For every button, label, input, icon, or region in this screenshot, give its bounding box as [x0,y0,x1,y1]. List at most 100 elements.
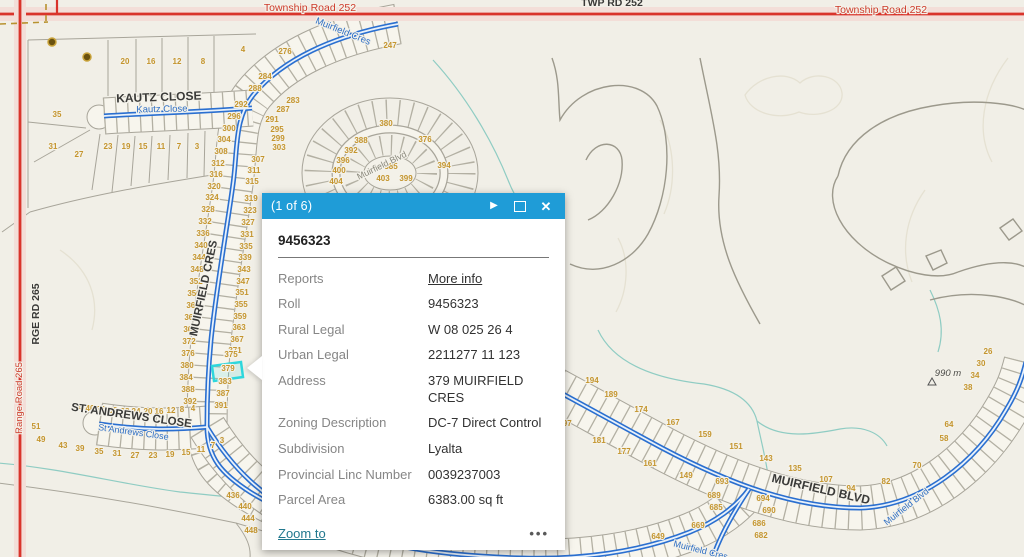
parcel-number: 682 [754,531,768,540]
parcel-number: 388 [181,385,195,394]
close-icon: ✕ [541,200,552,213]
parcel-number: 4 [241,45,246,54]
parcel-number: 319 [244,194,258,203]
parcel-number: 19 [122,142,131,151]
field-value: 9456323 [428,296,549,313]
parcel-number: 332 [198,217,212,226]
parcel-number: 288 [248,84,262,93]
parcel-number: 363 [232,323,246,332]
parcel-number: 43 [59,441,68,450]
parcel-number: 151 [729,442,743,451]
popup-row: ReportsMore info [278,266,549,292]
dock-button[interactable] [510,196,530,216]
parcel-number: 312 [211,159,225,168]
parcel-number: 174 [634,405,648,414]
parcel-number: 379 [221,364,235,373]
popup-count: (1 of 6) [271,199,478,213]
parcel-number: 311 [248,166,261,175]
popup-row: SubdivisionLyalta [278,436,549,462]
parcel-number: 372 [182,337,196,346]
popup-title: 9456323 [278,231,549,257]
parcel-number: 7 [177,142,182,151]
parcel-number: 351 [235,288,249,297]
parcel-number: 51 [32,422,41,431]
field-value[interactable]: More info [428,271,549,288]
field-value: 0039237003 [428,467,549,484]
street-label: Range Road 265 [14,362,25,434]
parcel-number: 323 [243,206,257,215]
popup-row: Zoning DescriptionDC-7 Direct Control [278,411,549,437]
parcel-number: 8 [201,57,206,66]
parcel-number: 307 [251,155,265,164]
parcel-number: 58 [940,434,949,443]
parcel-number: 247 [383,41,397,50]
zoom-to-link[interactable]: Zoom to [278,526,326,541]
field-label: Roll [278,296,428,313]
parcel-number: 143 [759,454,773,463]
parcel-number: 15 [139,142,148,151]
parcel-number: 649 [651,532,665,541]
field-value: 2211277 11 123 [428,347,549,364]
parcel-number: 161 [643,459,657,468]
parcel-number: 27 [75,150,84,159]
close-button[interactable]: ✕ [536,196,556,216]
parcel-number: 159 [698,430,712,439]
parcel-number: 392 [344,146,358,155]
parcel-number: 391 [214,401,228,410]
parcel-number: 167 [666,418,680,427]
parcel-number: 303 [272,143,286,152]
popup-footer: Zoom to ••• [278,526,549,541]
field-value: DC-7 Direct Control [428,415,549,432]
play-icon: ▶ [490,201,498,211]
parcel-number: 335 [239,242,253,251]
parcel-number: 4 [191,404,196,413]
parcel-number: 19 [166,450,175,459]
parcel-number: 296 [227,112,241,121]
parcel-number: 35 [53,110,62,119]
parcel-number: 347 [236,277,250,286]
parcel-number: 194 [585,376,599,385]
parcel-number: 690 [762,506,776,515]
parcel-number: 149 [679,471,693,480]
street-label: Township Road 252 [264,2,356,14]
parcel-number: 177 [617,447,631,456]
parcel-number: 295 [270,125,284,134]
parcel-number: 31 [49,142,58,151]
parcel-number: 359 [233,312,247,321]
parcel-number: 70 [913,461,922,470]
field-label: Zoning Description [278,415,428,432]
popup-body: 9456323 ReportsMore infoRoll9456323Rural… [262,219,565,513]
field-label: Subdivision [278,441,428,458]
parcel-number: 292 [234,100,248,109]
parcel-number: 82 [882,477,891,486]
dock-icon [514,201,526,212]
parcel-number: 327 [241,218,255,227]
parcel-number: 304 [217,135,231,144]
more-options-button[interactable]: ••• [529,526,549,541]
field-label: Provincial Linc Number [278,467,428,484]
street-label: TWP RD 252 [581,0,643,9]
parcel-number: 440 [238,502,252,511]
parcel-number: 396 [336,156,350,165]
parcel-number: 287 [276,105,290,114]
field-value: W 08 025 26 4 [428,322,549,339]
parcel-number: 181 [592,436,606,445]
next-feature-button[interactable]: ▶ [484,196,504,216]
parcel-number: 403 [376,174,390,183]
parcel-number: 39 [76,444,85,453]
parcel-number: 367 [230,335,244,344]
parcel-number: 12 [167,406,176,415]
parcel-number: 380 [379,119,393,128]
parcel-number: 299 [271,134,285,143]
parcel-number: 400 [332,166,346,175]
street-label: 990 m [935,368,961,379]
parcel-number: 15 [182,448,191,457]
parcel-number: 30 [977,359,986,368]
parcel-number: 283 [286,96,300,105]
parcel-number: 331 [240,230,254,239]
parcel-number: 11 [157,142,166,151]
parcel-number: 16 [147,57,156,66]
parcel-number: 336 [196,229,210,238]
parcel-number: 444 [241,514,255,523]
field-label: Address [278,373,428,406]
